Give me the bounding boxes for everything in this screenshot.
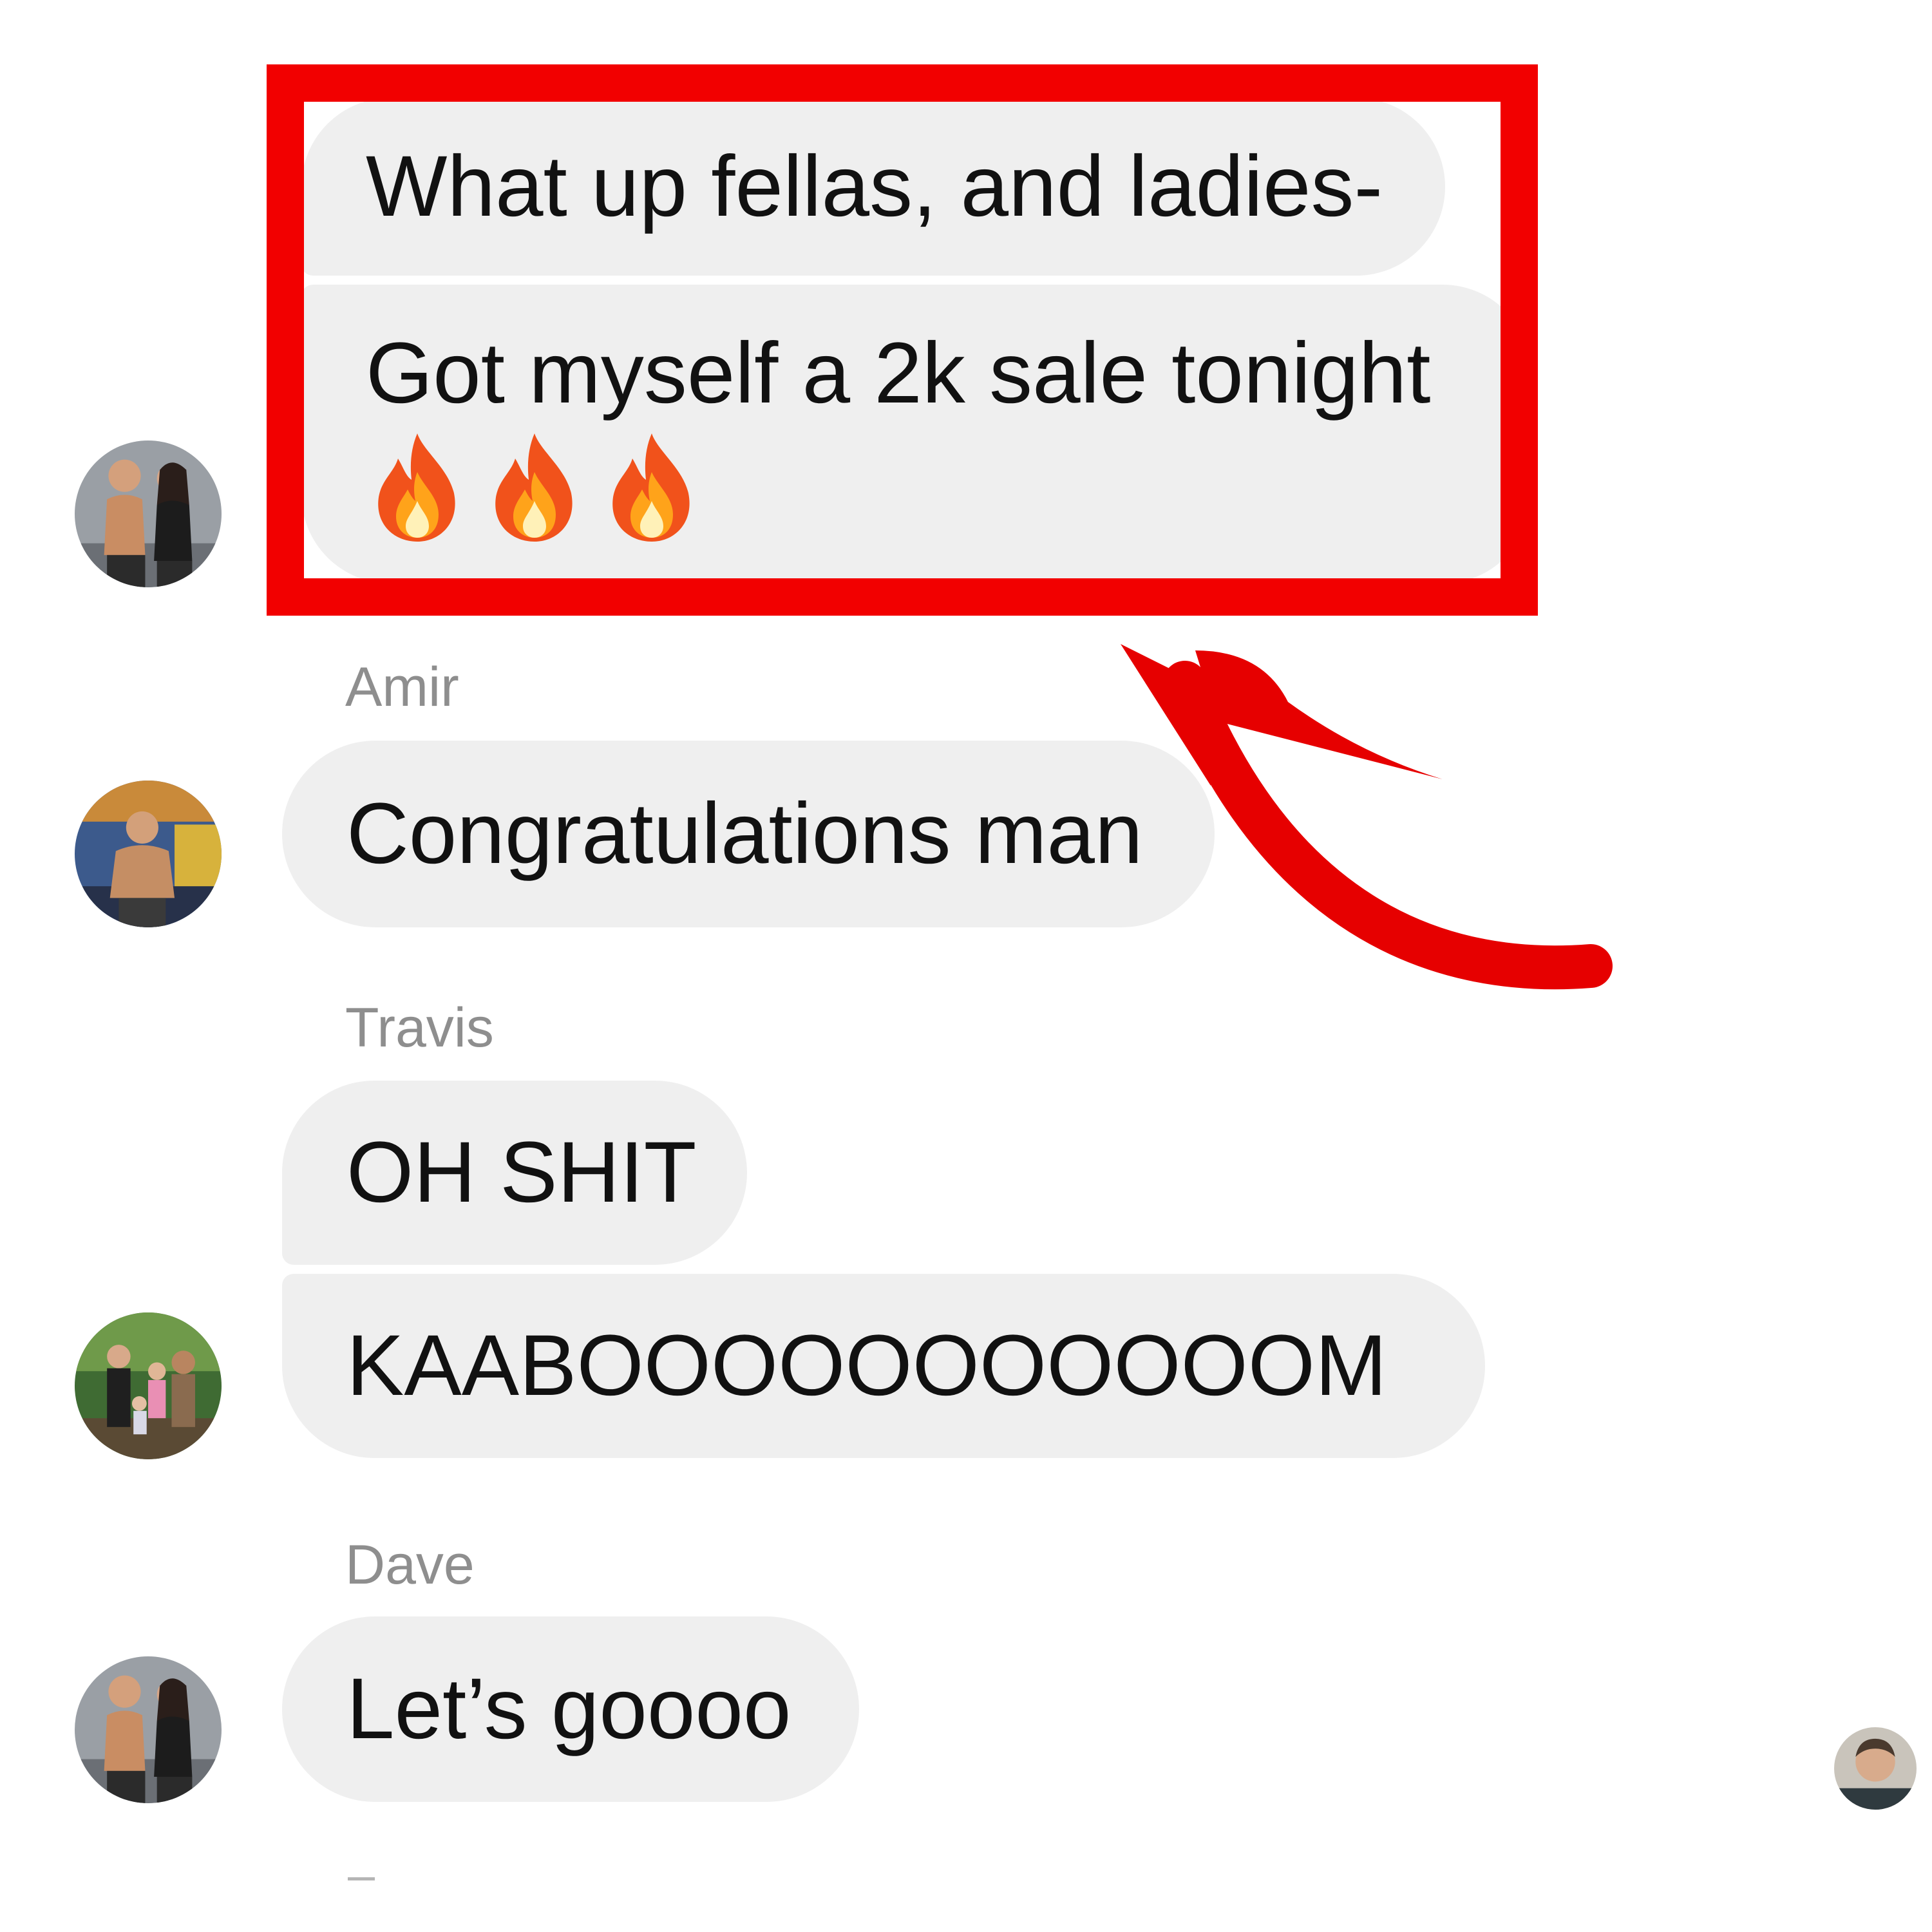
sender-name: Amir (345, 656, 459, 718)
sender-name: Travis (345, 997, 494, 1059)
arrow-shaft (1163, 661, 1613, 990)
message-text: Got myself a 2k sale tonight (366, 325, 1431, 421)
avatar[interactable] (75, 440, 222, 587)
message-bubble[interactable]: OH SHIT (282, 1081, 747, 1265)
sender-name: Dave (345, 1534, 475, 1596)
message-text: Let’s goooo (346, 1661, 791, 1757)
message-bubble[interactable]: Congratulations man (282, 741, 1215, 927)
avatar[interactable] (75, 1312, 222, 1459)
message-bubble[interactable]: What up fellas, and ladies- (301, 98, 1445, 276)
message-text: OH SHIT (346, 1124, 697, 1220)
read-receipt-avatar (1834, 1727, 1917, 1810)
fire-icon (612, 433, 690, 542)
avatar[interactable] (75, 781, 222, 927)
message-text: What up fellas, and ladies- (366, 138, 1383, 234)
message-bubble[interactable]: Got myself a 2k sale tonight (301, 285, 1531, 583)
message-text: Congratulations man (346, 786, 1143, 882)
fire-icon (378, 433, 455, 542)
avatar[interactable] (75, 1656, 222, 1803)
message-bubble[interactable]: Let’s goooo (282, 1616, 859, 1802)
emoji-row (366, 430, 1531, 545)
arrow-head-wing (1195, 650, 1443, 779)
message-bubble[interactable]: KAABOOOOOOOOOOOM (282, 1274, 1485, 1458)
fire-icon (495, 433, 573, 542)
message-text: KAABOOOOOOOOOOOM (346, 1318, 1387, 1414)
clipped-sender-name (348, 1877, 375, 1880)
